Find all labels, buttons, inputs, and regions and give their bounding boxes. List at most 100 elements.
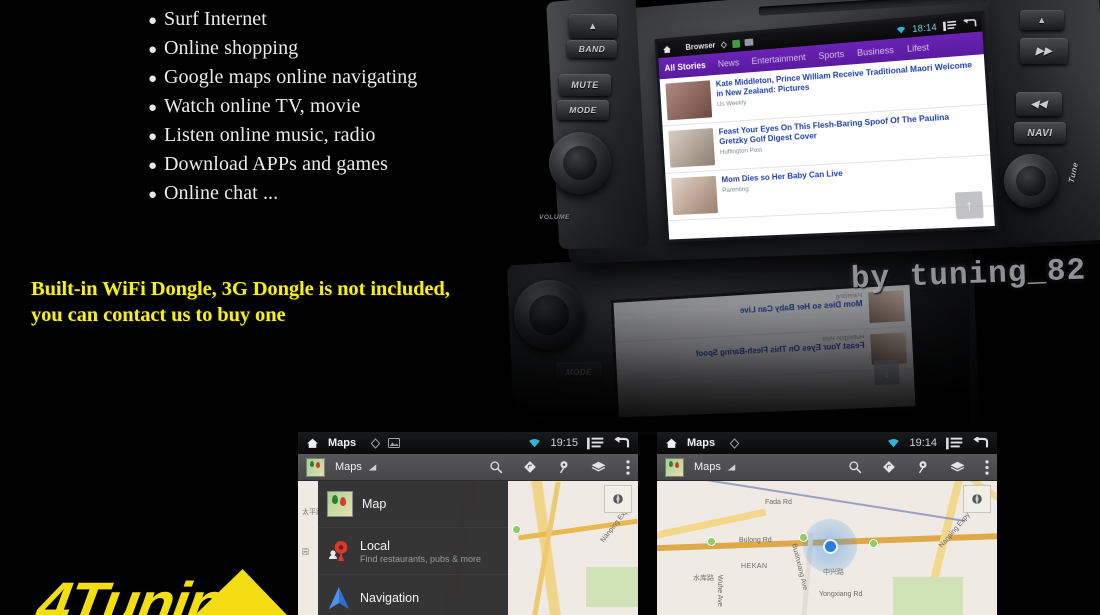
eject-icon-right: ▲ (1037, 15, 1047, 25)
band-label: BAND (578, 44, 606, 54)
volume-label: VOLUME (539, 214, 570, 221)
back-icon[interactable] (963, 17, 977, 29)
prev-icon: ◀◀ (1030, 98, 1048, 110)
story-thumbnail (671, 175, 718, 216)
maps-icon (665, 457, 684, 477)
tab-business[interactable]: Business (857, 45, 894, 58)
browser-screen[interactable]: Browser 18:14 All Stories News Entertain… (657, 13, 995, 240)
maps-left-app-name: Maps (335, 461, 362, 473)
wifi-note-line-1: Built-in WiFi Dongle, 3G Dongle is not i… (31, 278, 450, 300)
chevron-down-icon[interactable] (368, 463, 377, 472)
maps-right-map-canvas[interactable]: Bulong Rd Fada Rd Buxinxiang Ave Nanping… (657, 481, 997, 615)
tab-sports[interactable]: Sports (818, 49, 844, 61)
gps-icon (729, 437, 740, 449)
car-head-unit-upper: ▲ BAND MUTE MODE VOLUME ▲ ▶▶ ◀◀ NAVI Tun… (539, 0, 1100, 264)
feature-label: Online shopping (164, 37, 299, 59)
maps-screenshot-left[interactable]: Maps 19:15 Maps 太平路 园 Nanping Expy Map L… (298, 432, 638, 615)
menu-icon[interactable] (587, 437, 604, 450)
list-item: ● Listen online music, radio (148, 124, 568, 153)
maps-right-status-right: 19:14 (887, 436, 989, 450)
wifi-icon (529, 438, 541, 448)
bullet-icon: ● (148, 41, 158, 58)
maps-left-map-canvas[interactable]: 太平路 园 Nanping Expy Map Local Find restau… (298, 481, 638, 615)
feature-label: Surf Internet (164, 8, 267, 30)
navi-button[interactable]: NAVI (1014, 122, 1066, 144)
home-icon[interactable] (306, 437, 319, 450)
maps-screenshot-right[interactable]: Maps 19:14 Maps Bulong Rd Fada Rd Buxinx… (657, 432, 997, 615)
layers-icon[interactable] (950, 460, 965, 474)
list-item: ● Online shopping (148, 37, 568, 66)
mode-button-lower[interactable]: MODE (556, 362, 602, 382)
menu-item-label: Navigation (360, 591, 420, 605)
layers-icon[interactable] (591, 460, 606, 474)
maps-left-status-title: Maps (328, 437, 357, 449)
mode-label: MODE (569, 105, 597, 115)
maps-left-tray-icons (370, 437, 401, 449)
back-icon[interactable] (613, 436, 630, 450)
maps-left-toolbar-icons[interactable] (489, 459, 630, 475)
overflow-icon[interactable] (626, 459, 630, 475)
overflow-icon[interactable] (985, 459, 989, 475)
menu-item-sublabel: Find restaurants, pubs & more (360, 553, 482, 564)
directions-icon[interactable] (523, 460, 537, 474)
road-label: Yongxiang Rd (819, 591, 863, 598)
tab-all-stories[interactable]: All Stories (664, 60, 706, 73)
maps-right-app-name: Maps (694, 461, 721, 473)
feature-label: Online chat ... (164, 182, 279, 204)
maps-right-toolbar-icons[interactable] (848, 459, 989, 475)
current-location-marker (803, 519, 857, 573)
browser-story-list[interactable]: Kate Middleton, Prince William Receive T… (659, 54, 995, 240)
scroll-to-top-button[interactable]: ↑ (954, 191, 984, 220)
tab-news[interactable]: News (718, 57, 740, 68)
feature-label: Download APPs and games (164, 153, 388, 175)
wifi-dongle-note: Built-in WiFi Dongle, 3G Dongle is not i… (31, 276, 551, 328)
search-icon[interactable] (848, 460, 862, 474)
map-rail (657, 481, 966, 523)
menu-icon[interactable] (946, 437, 963, 450)
list-item: ● Google maps online navigating (148, 66, 568, 95)
sd-card-icon (732, 39, 741, 48)
map-road (532, 481, 561, 615)
road-label: Wuhe Ave (716, 575, 723, 607)
menu-item-navigation[interactable]: Navigation (318, 575, 508, 615)
list-item: ● Surf Internet (148, 8, 568, 37)
eject-button-right[interactable]: ▲ (1020, 10, 1064, 30)
maps-right-tray-icons (729, 437, 740, 449)
home-icon[interactable] (665, 437, 678, 450)
directions-icon[interactable] (882, 460, 896, 474)
maps-left-dropdown-menu[interactable]: Map Local Find restaurants, pubs & more … (318, 481, 508, 615)
pin-icon (327, 539, 351, 563)
places-icon[interactable] (916, 460, 930, 474)
chevron-down-icon[interactable] (727, 463, 736, 472)
compass-button[interactable] (604, 485, 632, 513)
map-junction (869, 539, 878, 548)
maps-right-action-bar[interactable]: Maps (657, 454, 997, 481)
search-icon[interactable] (489, 460, 503, 474)
tune-knob[interactable] (1004, 154, 1058, 208)
list-item: ● Download APPs and games (148, 153, 568, 182)
map-park (893, 577, 963, 615)
maps-left-status-right: 19:15 (528, 436, 630, 450)
compass-icon (972, 493, 982, 505)
tab-entertainment[interactable]: Entertainment (751, 52, 806, 66)
maps-left-action-bar[interactable]: Maps (298, 454, 638, 481)
next-track-button[interactable]: ▶▶ (1020, 38, 1068, 64)
eject-button[interactable]: ▲ (569, 14, 617, 38)
feature-label: Google maps online navigating (164, 66, 418, 88)
menu-item-map[interactable]: Map (318, 481, 508, 528)
mode-label-lower: MODE (566, 367, 592, 377)
places-icon[interactable] (557, 460, 571, 474)
menu-icon[interactable] (942, 20, 957, 31)
download-button[interactable]: ↓ (873, 359, 900, 386)
back-icon[interactable] (972, 436, 989, 450)
maps-left-clock: 19:15 (550, 437, 578, 449)
browser-clock: 18:14 (911, 21, 938, 34)
prev-track-button[interactable]: ◀◀ (1016, 92, 1062, 116)
tab-lifestyle[interactable]: Lifest (907, 42, 930, 54)
bullet-icon: ● (148, 128, 158, 145)
menu-item-local[interactable]: Local Find restaurants, pubs & more (318, 528, 508, 575)
compass-button[interactable] (963, 485, 991, 513)
band-button[interactable]: BAND (567, 40, 617, 58)
feature-label: Watch online TV, movie (164, 95, 361, 117)
home-icon[interactable] (662, 44, 672, 54)
